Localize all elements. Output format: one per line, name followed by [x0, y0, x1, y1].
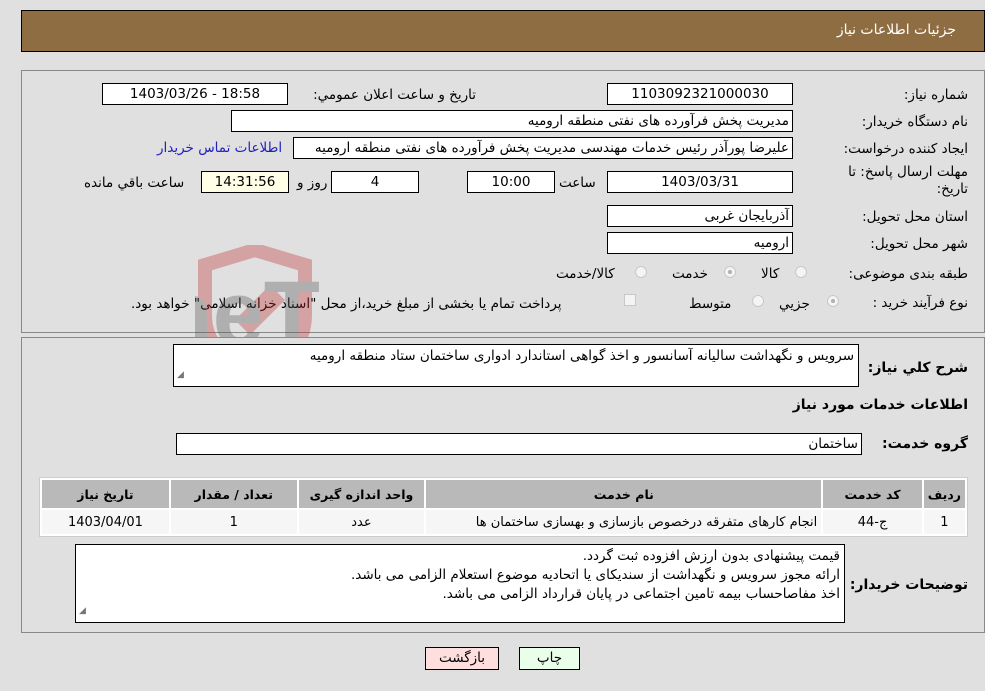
- cell-service-name: انجام کارهای متفرقه درخصوص بازسازی و بهس…: [426, 510, 822, 534]
- buyer-note-line-3: اخذ مفاصاحساب بیمه تامین اجتماعی در پایا…: [442, 586, 841, 602]
- purchase-option-medium: متوسط: [689, 296, 732, 312]
- requester-label: ایجاد کننده درخواست:: [843, 141, 968, 157]
- resize-handle-icon[interactable]: ◢: [79, 602, 86, 621]
- col-service-name: نام خدمت: [426, 480, 822, 508]
- description-textarea[interactable]: سرویس و نگهداشت سالیانه آسانسور و اخذ گو…: [173, 344, 859, 387]
- cell-unit: عدد: [298, 510, 425, 534]
- treasury-note: پرداخت تمام یا بخشی از مبلغ خرید،از محل …: [131, 296, 562, 312]
- category-radio-goods-service[interactable]: [635, 266, 647, 278]
- purchase-option-minor: جزيي: [779, 296, 810, 312]
- category-radio-goods[interactable]: [795, 266, 807, 278]
- city-field[interactable]: ارومیه: [607, 232, 793, 254]
- deadline-label: مهلت ارسال پاسخ: تا تاریخ:: [848, 164, 968, 197]
- time-remaining-label: ساعت باقي مانده: [84, 175, 185, 191]
- category-label: طبقه بندی موضوعی:: [848, 266, 968, 282]
- buyer-org-label: نام دستگاه خریدار:: [861, 114, 968, 130]
- col-quantity: تعداد / مقدار: [170, 480, 297, 508]
- treasury-checkbox[interactable]: [624, 294, 636, 306]
- buyer-org-field[interactable]: مدیریت پخش فرآورده های نفتی منطقه ارومیه: [231, 110, 793, 132]
- need-number-field[interactable]: 1103092321000030: [607, 83, 793, 105]
- category-option-service: خدمت: [672, 266, 708, 282]
- page-header: جزئیات اطلاعات نیاز: [21, 10, 985, 52]
- cell-service-code: ج-44: [823, 510, 922, 534]
- table-header-row: ردیف کد خدمت نام خدمت واحد اندازه گیری ت…: [42, 480, 965, 508]
- description-label: شرح كلي نياز:: [867, 360, 968, 376]
- service-group-label: گروه خدمت:: [882, 436, 968, 452]
- category-option-goods: کالا: [761, 266, 780, 282]
- buyer-note-line-2: ارائه مجوز سرویس و نگهداشت از سندیکای یا…: [350, 567, 840, 583]
- days-label: روز و: [297, 175, 328, 191]
- purchase-radio-medium[interactable]: [752, 295, 764, 307]
- requester-field[interactable]: علیرضا پورآذر رئیس خدمات مهندسی مدیریت پ…: [293, 137, 793, 159]
- service-group-field[interactable]: ساختمان: [176, 433, 862, 455]
- table-row: 1 ج-44 انجام کارهای متفرقه درخصوص بازساز…: [42, 510, 965, 534]
- cell-row-number: 1: [923, 510, 965, 534]
- need-number-label: شماره نیاز:: [903, 87, 968, 103]
- deadline-date-field[interactable]: 1403/03/31: [607, 171, 793, 193]
- announce-datetime-label: تاریخ و ساعت اعلان عمومي:: [313, 87, 476, 103]
- page-title: جزئیات اطلاعات نیاز: [836, 22, 956, 38]
- purchase-radio-minor[interactable]: [827, 295, 839, 307]
- days-remaining-field[interactable]: 4: [331, 171, 419, 193]
- buyer-notes-textarea[interactable]: قیمت پیشنهادی بدون ارزش افزوده ثبت گردد.…: [75, 544, 845, 623]
- deadline-time-label: ساعت: [559, 175, 596, 191]
- province-label: استان محل تحویل:: [862, 209, 968, 225]
- col-need-date: تاریخ نیاز: [42, 480, 169, 508]
- announce-datetime-field[interactable]: 1403/03/26 - 18:58: [102, 83, 288, 105]
- category-option-goods-service: کالا/خدمت: [556, 266, 615, 282]
- cell-quantity: 1: [170, 510, 297, 534]
- description-text: سرویس و نگهداشت سالیانه آسانسور و اخذ گو…: [309, 348, 854, 364]
- time-remaining-field: 14:31:56: [201, 171, 289, 193]
- col-service-code: کد خدمت: [823, 480, 922, 508]
- resize-handle-icon[interactable]: ◢: [177, 366, 184, 385]
- back-button[interactable]: بازگشت: [425, 647, 499, 670]
- buyer-note-line-1: قیمت پیشنهادی بدون ارزش افزوده ثبت گردد.: [582, 548, 840, 564]
- province-field[interactable]: آذربایجان غربی: [607, 205, 793, 227]
- cell-need-date: 1403/04/01: [42, 510, 169, 534]
- buyer-contact-link[interactable]: اطلاعات تماس خریدار: [157, 140, 282, 156]
- col-unit: واحد اندازه گیری: [298, 480, 425, 508]
- purchase-type-label: نوع فرآیند خرید :: [872, 295, 968, 311]
- col-row-number: ردیف: [923, 480, 965, 508]
- deadline-time-field[interactable]: 10:00: [467, 171, 555, 193]
- buyer-notes-label: توضیحات خریدار:: [849, 577, 968, 593]
- print-button[interactable]: چاپ: [519, 647, 580, 670]
- city-label: شهر محل تحویل:: [870, 236, 968, 252]
- services-section-title: اطلاعات خدمات مورد نیاز: [792, 397, 968, 413]
- services-table: ردیف کد خدمت نام خدمت واحد اندازه گیری ت…: [39, 477, 968, 537]
- category-radio-service[interactable]: [724, 266, 736, 278]
